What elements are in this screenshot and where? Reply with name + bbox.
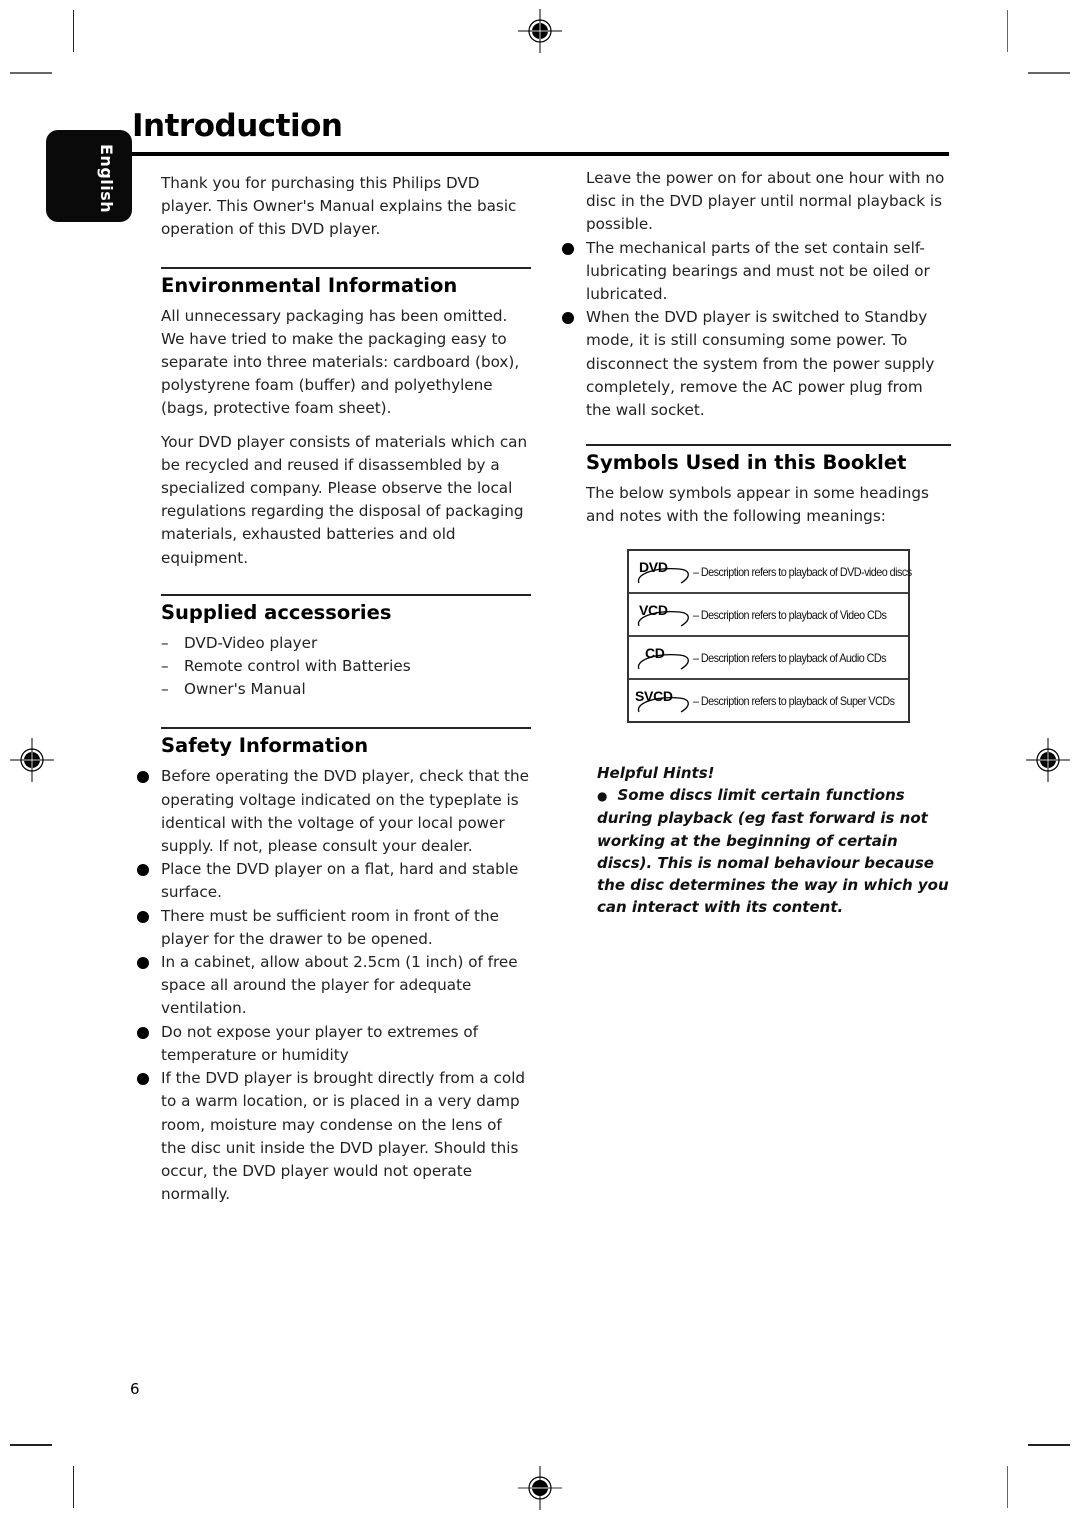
title-rule	[132, 152, 949, 156]
language-tab-label: English	[97, 144, 116, 214]
crop-mark	[1007, 1466, 1008, 1508]
hints-title: Helpful Hints!	[597, 764, 715, 782]
crop-mark	[1028, 1444, 1070, 1446]
bullet-icon	[562, 312, 574, 325]
language-tab: English	[46, 130, 132, 222]
page-number: 6	[130, 1380, 140, 1398]
symbol-description: – Description refers to playback of Audi…	[693, 650, 887, 665]
symbol-row: CD – Description refers to playback of A…	[629, 635, 908, 678]
safety-item-text: Do not expose your player to extremes of…	[161, 1022, 479, 1064]
bullet-icon: ●	[597, 789, 608, 804]
symbol-description: – Description refers to playback of Vide…	[693, 607, 887, 622]
safety-heading: Safety Information	[161, 727, 531, 759]
bullet-icon	[137, 910, 149, 923]
list-item: – Remote control with Batteries	[161, 655, 531, 678]
crop-mark	[1028, 72, 1070, 74]
bullet-icon	[137, 771, 149, 784]
crop-mark	[73, 1466, 74, 1508]
symbols-table: DVD – Description refers to playback of …	[627, 549, 912, 723]
crop-mark	[1007, 10, 1008, 52]
bullet-icon	[137, 1026, 149, 1039]
registration-mark-icon	[1026, 738, 1070, 782]
environmental-paragraph: All unnecessary packaging has been omitt…	[161, 306, 520, 418]
bullet-icon	[137, 1073, 149, 1086]
dash-bullet: –	[161, 657, 169, 676]
symbol-badge-label: DVD	[639, 558, 668, 575]
registration-mark-icon	[10, 738, 54, 782]
safety-item-text: Before operating the DVD player, check t…	[161, 767, 529, 856]
list-item: Do not expose your player to extremes of…	[137, 1021, 531, 1067]
environmental-heading: Environmental Information	[161, 266, 531, 299]
symbol-row: VCD – Description refers to playback of …	[629, 592, 908, 635]
symbol-description: – Description refers to playback of DVD-…	[693, 564, 912, 579]
list-item: There must be sufficient room in front o…	[137, 905, 531, 951]
cd-disc-icon: CD	[633, 643, 693, 673]
svcd-disc-icon: SVCD	[633, 686, 693, 716]
list-item: The mechanical parts of the set contain …	[562, 237, 951, 307]
symbol-badge-label: SVCD	[635, 687, 673, 704]
symbol-row: DVD – Description refers to playback of …	[629, 551, 912, 592]
dvd-disc-icon: DVD	[633, 557, 693, 587]
symbol-row: SVCD – Description refers to playback of…	[629, 678, 908, 721]
accessories-heading: Supplied accessories	[161, 593, 531, 626]
accessory-label: Owner's Manual	[184, 680, 306, 699]
environmental-paragraph: Your DVD player consists of materials wh…	[161, 432, 528, 567]
accessory-label: DVD-Video player	[184, 633, 318, 652]
crop-mark	[10, 72, 52, 74]
right-column: Leave the power on for about one hour wi…	[562, 167, 951, 529]
page-title: Introduction	[132, 108, 343, 144]
vcd-disc-icon: VCD	[633, 600, 693, 630]
helpful-hints: Helpful Hints! ● Some discs limit certain…	[597, 762, 957, 918]
dash-bullet: –	[161, 680, 169, 699]
list-item: Place the DVD player on a flat, hard and…	[137, 858, 531, 904]
symbol-description: – Description refers to playback of Supe…	[693, 693, 895, 708]
symbol-badge-label: CD	[645, 644, 665, 661]
hints-text: ● Some discs limit certain functions duri…	[597, 784, 957, 918]
dash-bullet: –	[161, 633, 169, 652]
bullet-icon	[137, 864, 149, 877]
list-item: If the DVD player is brought directly fr…	[137, 1067, 531, 1206]
list-item: When the DVD player is switched to Stand…	[562, 306, 951, 422]
symbols-heading: Symbols Used in this Booklet	[586, 444, 951, 476]
safety-item-text: The mechanical parts of the set contain …	[586, 238, 930, 304]
registration-mark-icon	[518, 1466, 562, 1510]
safety-item-text: When the DVD player is switched to Stand…	[586, 308, 935, 420]
intro-text: Thank you for purchasing this Philips DV…	[161, 174, 517, 239]
symbol-badge-label: VCD	[639, 601, 668, 618]
bullet-icon	[562, 242, 574, 255]
list-item: Before operating the DVD player, check t…	[137, 765, 531, 858]
list-item: In a cabinet, allow about 2.5cm (1 inch)…	[137, 951, 531, 1021]
registration-mark-icon	[518, 9, 562, 53]
accessories-list: – DVD-Video player – Remote control with…	[161, 632, 531, 702]
left-column: Thank you for purchasing this Philips DV…	[137, 172, 531, 1206]
list-item: – Owner's Manual	[161, 678, 531, 701]
safety-item-text: There must be sufficient room in front o…	[161, 906, 499, 948]
accessory-label: Remote control with Batteries	[184, 657, 411, 676]
crop-mark	[73, 10, 74, 52]
symbols-intro: The below symbols appear in some heading…	[586, 484, 929, 526]
crop-mark	[10, 1444, 52, 1446]
safety-item-text: If the DVD player is brought directly fr…	[161, 1069, 526, 1204]
safety-list: Before operating the DVD player, check t…	[137, 765, 531, 1206]
bullet-icon	[137, 957, 149, 970]
hints-body: Some discs limit certain functions durin…	[597, 786, 949, 917]
safety-item-text: In a cabinet, allow about 2.5cm (1 inch)…	[161, 953, 518, 1018]
safety-item-text: Place the DVD player on a flat, hard and…	[161, 860, 519, 902]
safety-continued-text: Leave the power on for about one hour wi…	[586, 169, 945, 234]
list-item: – DVD-Video player	[161, 632, 531, 655]
